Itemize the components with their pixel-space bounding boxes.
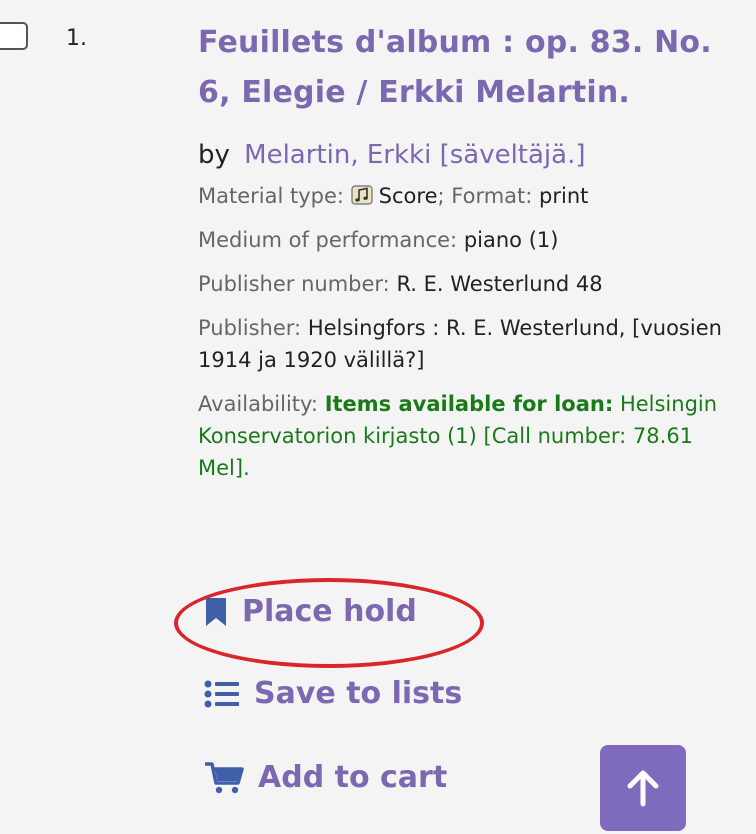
select-result-checkbox[interactable] (0, 22, 28, 50)
medium-of-performance: Medium of performance: piano (1) (198, 224, 746, 256)
format-value: print (539, 184, 589, 208)
format-label: Format: (451, 184, 533, 208)
publisher-number-value: R. E. Westerlund 48 (396, 272, 603, 296)
medium-label: Medium of performance: (198, 228, 458, 252)
place-hold-label: Place hold (242, 594, 417, 629)
add-to-cart-label: Add to cart (258, 760, 448, 795)
arrow-up-icon (627, 770, 659, 807)
medium-value: piano (1) (463, 228, 559, 252)
material-type-label: Material type: (198, 184, 344, 208)
material-type-value: Score (378, 184, 438, 208)
availability-label: Availability: (198, 392, 319, 416)
back-to-top-button[interactable] (600, 745, 686, 831)
by-label: by (198, 140, 230, 170)
add-to-cart-button[interactable]: Add to cart (204, 760, 447, 795)
bookmark-icon (206, 597, 226, 626)
publisher: Publisher: Helsingfors : R. E. Westerlun… (198, 312, 746, 376)
availability: Availability: Items available for loan: … (198, 388, 746, 484)
save-to-lists-label: Save to lists (254, 676, 463, 711)
list-icon (204, 680, 239, 707)
score-icon (351, 185, 373, 205)
byline: by Melartin, Erkki [säveltäjä.] (198, 138, 746, 172)
publisher-number-label: Publisher number: (198, 272, 390, 296)
save-to-lists-button[interactable]: Save to lists (204, 676, 462, 711)
publisher-number: Publisher number: R. E. Westerlund 48 (198, 268, 746, 300)
result-title[interactable]: Feuillets d'album : op. 83. No. 6, Elegi… (198, 18, 746, 118)
author-link[interactable]: Melartin, Erkki [säveltäjä.] (244, 140, 585, 170)
availability-status: Items available for loan: (324, 392, 614, 416)
result-number: 1. (66, 26, 87, 51)
cart-icon (205, 761, 244, 793)
publisher-label: Publisher: (198, 316, 302, 340)
material-type: Material type: Score; Format: print (198, 184, 589, 208)
place-hold-button[interactable]: Place hold (204, 594, 417, 629)
result-details: Feuillets d'album : op. 83. No. 6, Elegi… (198, 18, 746, 484)
